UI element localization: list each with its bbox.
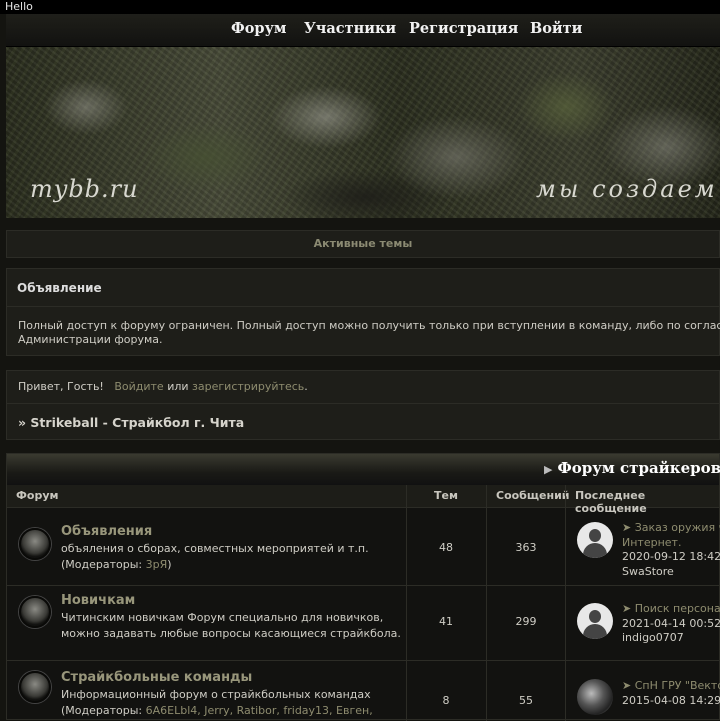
col-posts: Сообщений [496,489,570,502]
moderators-label: (Модераторы: [61,558,143,571]
category-title-text: Форум страйкеров [557,459,720,477]
forum-description: Читинским новичкам Форум специально для … [61,611,401,640]
forum-status-icon [19,528,51,560]
last-post-date: 2021-04-14 00:52 [622,616,720,630]
last-post: ➤ Поиск персона 2021-04-14 00:52 indigo0… [622,602,720,646]
topics-count: 41 [439,615,453,628]
last-post: ➤ Заказ оружия ч Интернет. 2020-09-12 18… [622,521,720,579]
main-nav: Форум Участники Регистрация Войти [6,14,720,47]
last-post-date: 2020-09-12 18:42 [622,550,720,563]
announcement-title: Объявление [17,281,102,295]
forum-name[interactable]: Страйкбольные команды [61,670,252,685]
announcement-text: Полный доступ к форуму ограничен. Полный… [18,319,720,347]
register-link[interactable]: зарегистрируйтесь [192,380,304,393]
topics-count: 8 [442,694,450,707]
posts-count: 363 [515,541,537,554]
divider [7,403,719,404]
last-post-topic-cont[interactable]: Интернет. [622,536,681,549]
top-bar: Hello [0,0,720,14]
forum-status-icon [19,671,51,703]
last-post-user: indigo0707 [622,631,684,644]
forum-row: Объявления объяления о сборах, совместны… [7,508,720,586]
header-banner: mybb.ru мы создаем общ [6,46,720,218]
forum-name[interactable]: Новичкам [61,593,135,608]
guest-greeting: Привет, Гость! Войдите или зарегистрируй… [18,380,308,393]
nav-members[interactable]: Участники [304,20,396,37]
moderator-link[interactable]: 3рЯ [146,558,168,571]
topics-count: 48 [439,541,453,554]
moderators-label: (Модераторы: [61,704,143,717]
last-post-topic[interactable]: ➤ Заказ оружия ч [622,521,720,534]
moderators-end: ) [167,558,172,571]
avatar[interactable] [577,522,613,558]
avatar[interactable] [577,603,613,639]
forum-name[interactable]: Объявления [61,524,152,539]
last-post-user: SwaStore [622,564,674,578]
active-topics-link[interactable]: Активные темы [6,230,720,258]
col-forum: Форум [16,489,59,502]
posts-count: 55 [519,694,533,707]
nav-register[interactable]: Регистрация [409,20,518,37]
moderator-links[interactable]: 6A6ELbl4, Jerry, Ratibor, friday13, Евге… [146,704,373,717]
hello-text: Hello [5,0,33,13]
last-post-topic[interactable]: ➤ СпН ГРУ "Векто [622,679,720,692]
forum-row: Новичкам Читинским новичкам Форум специа… [7,586,720,661]
forum-category: ▶ Форум страйкеров Форум Тем Сообщений По… [6,453,720,721]
forum-description: Информационный форум о страйкбольных ком… [61,687,421,719]
announcement-line1: Полный доступ к форуму ограничен. Полный… [18,319,720,332]
forum-desc-text: объяления о сборах, совместных мероприят… [61,542,369,555]
nav-login[interactable]: Войти [530,20,582,37]
announcement-panel: Объявление Полный доступ к форуму ограни… [6,268,720,356]
forum-row: Страйкбольные команды Информационный фор… [7,661,720,721]
guest-hello: Привет, Гость! [18,380,104,393]
category-title[interactable]: ▶ Форум страйкеров [544,459,720,477]
forum-desc-text: Информационный форум о страйкбольных ком… [61,688,371,701]
forum-description: объяления о сборах, совместных мероприят… [61,541,401,573]
category-header: ▶ Форум страйкеров [7,454,720,485]
dot-text: . [304,380,308,393]
nav-forum[interactable]: Форум [231,20,286,37]
col-topics: Тем [434,489,458,502]
forum-status-icon [19,596,51,628]
or-text: или [167,380,189,393]
last-post-topic[interactable]: ➤ Поиск персона [622,602,720,615]
arrow-right-icon: ▶ [544,463,553,476]
divider [7,306,719,307]
breadcrumb[interactable]: » Strikeball - Страйкбол г. Чита [18,415,244,430]
column-headers: Форум Тем Сообщений Последнее сообщение [7,485,719,515]
login-link[interactable]: Войдите [114,380,163,393]
banner-slogan: мы создаем общ [536,175,720,203]
avatar[interactable] [577,679,613,715]
guest-panel: Привет, Гость! Войдите или зарегистрируй… [6,370,720,440]
last-post: ➤ СпН ГРУ "Векто 2015-04-08 14:29 [622,679,720,708]
last-post-date: 2015-04-08 14:29 [622,693,720,707]
announcement-line2: Администрации форума. [18,333,163,346]
banner-logo: mybb.ru [30,175,139,203]
posts-count: 299 [515,615,537,628]
